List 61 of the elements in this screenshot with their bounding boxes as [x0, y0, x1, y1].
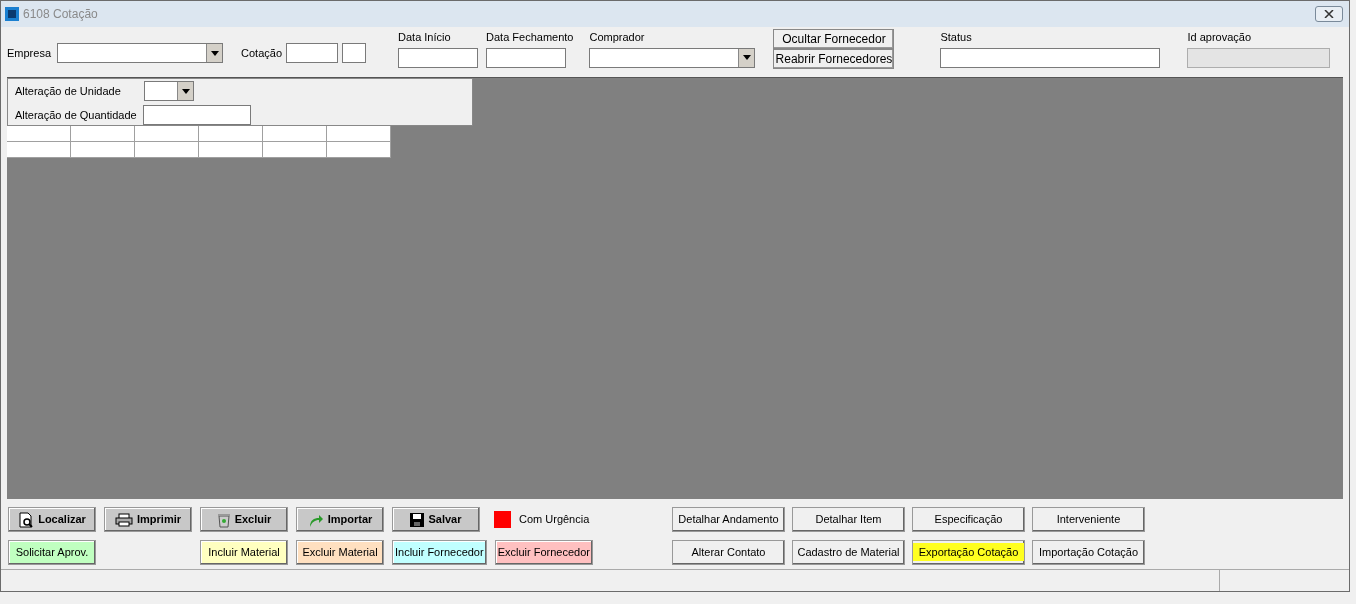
button[interactable]: Exportação Cotação: [912, 539, 1025, 565]
field-label: Data Fechamento: [486, 30, 574, 45]
button[interactable]: Reabrir Fornecedores: [773, 49, 895, 69]
button[interactable]: Imprimir: [104, 507, 192, 532]
comprador-dropdown[interactable]: [589, 47, 756, 68]
button[interactable]: Cadastro de Material: [792, 539, 905, 565]
grid-cell: [327, 126, 391, 142]
button[interactable]: Detalhar Item: [792, 507, 905, 532]
grid-cell: [199, 142, 263, 158]
button[interactable]: Detalhar Andamento: [672, 507, 785, 532]
field-label: Status: [940, 30, 973, 45]
grid-cell: [71, 142, 135, 158]
field-label: Comprador: [589, 30, 646, 45]
input-field[interactable]: [342, 43, 366, 63]
close-icon: [1324, 10, 1334, 18]
grid-cell: [135, 126, 199, 142]
input-field[interactable]: [286, 43, 338, 63]
button[interactable]: Especificação: [912, 507, 1025, 532]
button[interactable]: Excluir Fornecedor: [494, 540, 593, 565]
button[interactable]: Alterar Contato: [672, 539, 785, 565]
input-field[interactable]: [940, 47, 1161, 68]
input-field[interactable]: [143, 105, 251, 125]
button[interactable]: Incluir Fornecedor: [392, 540, 487, 565]
button[interactable]: Incluir Material: [200, 540, 288, 565]
trash-can-icon: [216, 511, 231, 528]
button[interactable]: Interveniente: [1032, 507, 1145, 532]
grid-cell: [263, 142, 327, 158]
input-field[interactable]: [398, 47, 478, 68]
button[interactable]: Localizar: [8, 507, 96, 532]
button[interactable]: Excluir Material: [296, 540, 384, 565]
document-search-icon: [18, 511, 35, 528]
button[interactable]: Importação Cotação: [1032, 539, 1145, 565]
button[interactable]: Solicitar Aprov.: [8, 540, 96, 565]
dropdown-caret-icon: [206, 44, 223, 62]
field-label: Alteração de Unidade: [15, 83, 122, 99]
unidade-dropdown[interactable]: [144, 81, 194, 101]
field-label: Alteração de Quantidade: [15, 107, 138, 123]
dropdown-caret-icon: [738, 48, 755, 67]
dropdown-caret-icon: [177, 82, 193, 100]
field-label: Data Início: [398, 30, 452, 45]
app-logo-icon: [5, 7, 19, 21]
grid-cell: [327, 142, 391, 158]
grid-cell: [135, 142, 199, 158]
urgency-label: Com Urgência: [519, 512, 590, 528]
input-field[interactable]: [486, 47, 566, 68]
button[interactable]: Salvar: [392, 507, 480, 532]
field-label: Cotação: [241, 45, 282, 61]
empresa-dropdown[interactable]: [57, 43, 224, 63]
close-button[interactable]: [1315, 6, 1343, 22]
grid-cell: [7, 142, 71, 158]
field-label: Empresa: [7, 45, 52, 61]
grid-cell: [71, 126, 135, 142]
button[interactable]: Excluir: [200, 507, 288, 532]
grid-cell: [263, 126, 327, 142]
window-title: 6108 Cotação: [23, 6, 98, 23]
grid-cell: [7, 126, 71, 142]
button[interactable]: Ocultar Fornecedor: [773, 29, 895, 49]
field-label: Id aprovação: [1187, 30, 1253, 45]
printer-icon: [115, 512, 133, 527]
grid-cell: [199, 126, 263, 142]
button[interactable]: Importar: [296, 507, 384, 532]
